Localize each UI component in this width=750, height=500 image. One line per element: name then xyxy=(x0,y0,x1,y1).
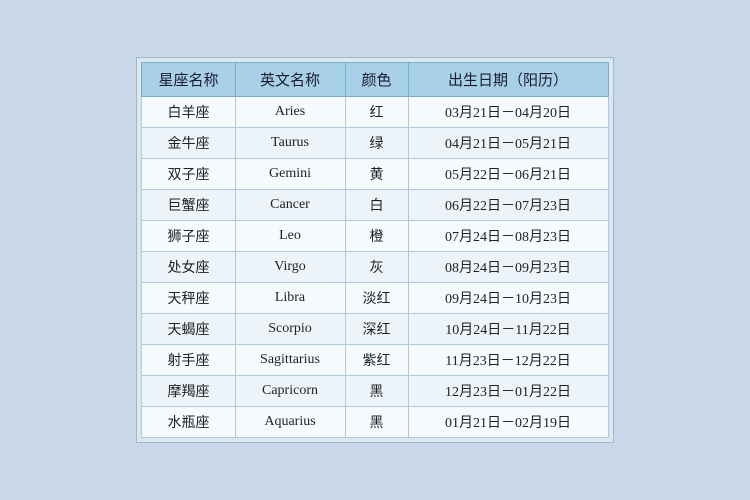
cell-date: 08月24日－09月23日 xyxy=(408,252,608,283)
cell-english: Aries xyxy=(235,97,345,128)
table-header-row: 星座名称 英文名称 颜色 出生日期（阳历） xyxy=(142,63,608,97)
cell-chinese: 水瓶座 xyxy=(142,407,235,438)
cell-chinese: 摩羯座 xyxy=(142,376,235,407)
table-row: 白羊座Aries红03月21日－04月20日 xyxy=(142,97,608,128)
cell-english: Sagittarius xyxy=(235,345,345,376)
table-row: 巨蟹座Cancer白06月22日－07月23日 xyxy=(142,190,608,221)
cell-color: 白 xyxy=(345,190,408,221)
cell-color: 红 xyxy=(345,97,408,128)
table-row: 天蝎座Scorpio深红10月24日－11月22日 xyxy=(142,314,608,345)
table-body: 白羊座Aries红03月21日－04月20日金牛座Taurus绿04月21日－0… xyxy=(142,97,608,438)
cell-english: Virgo xyxy=(235,252,345,283)
cell-chinese: 双子座 xyxy=(142,159,235,190)
cell-date: 07月24日－08月23日 xyxy=(408,221,608,252)
table-row: 处女座Virgo灰08月24日－09月23日 xyxy=(142,252,608,283)
header-date: 出生日期（阳历） xyxy=(408,63,608,97)
cell-chinese: 天秤座 xyxy=(142,283,235,314)
cell-color: 淡红 xyxy=(345,283,408,314)
cell-english: Cancer xyxy=(235,190,345,221)
cell-color: 紫红 xyxy=(345,345,408,376)
cell-english: Aquarius xyxy=(235,407,345,438)
cell-color: 黑 xyxy=(345,407,408,438)
cell-date: 05月22日－06月21日 xyxy=(408,159,608,190)
cell-english: Taurus xyxy=(235,128,345,159)
cell-date: 04月21日－05月21日 xyxy=(408,128,608,159)
zodiac-table-container: 星座名称 英文名称 颜色 出生日期（阳历） 白羊座Aries红03月21日－04… xyxy=(136,57,613,443)
cell-color: 灰 xyxy=(345,252,408,283)
cell-date: 12月23日－01月22日 xyxy=(408,376,608,407)
cell-color: 绿 xyxy=(345,128,408,159)
cell-date: 06月22日－07月23日 xyxy=(408,190,608,221)
cell-english: Libra xyxy=(235,283,345,314)
cell-chinese: 天蝎座 xyxy=(142,314,235,345)
cell-color: 黑 xyxy=(345,376,408,407)
cell-color: 深红 xyxy=(345,314,408,345)
table-row: 摩羯座Capricorn黑12月23日－01月22日 xyxy=(142,376,608,407)
table-row: 天秤座Libra淡红09月24日－10月23日 xyxy=(142,283,608,314)
cell-english: Gemini xyxy=(235,159,345,190)
zodiac-table: 星座名称 英文名称 颜色 出生日期（阳历） 白羊座Aries红03月21日－04… xyxy=(141,62,608,438)
header-english: 英文名称 xyxy=(235,63,345,97)
header-color: 颜色 xyxy=(345,63,408,97)
table-row: 射手座Sagittarius紫红11月23日－12月22日 xyxy=(142,345,608,376)
cell-chinese: 射手座 xyxy=(142,345,235,376)
table-row: 狮子座Leo橙07月24日－08月23日 xyxy=(142,221,608,252)
cell-color: 橙 xyxy=(345,221,408,252)
cell-chinese: 白羊座 xyxy=(142,97,235,128)
cell-date: 11月23日－12月22日 xyxy=(408,345,608,376)
table-row: 金牛座Taurus绿04月21日－05月21日 xyxy=(142,128,608,159)
cell-english: Leo xyxy=(235,221,345,252)
cell-color: 黄 xyxy=(345,159,408,190)
table-row: 水瓶座Aquarius黑01月21日－02月19日 xyxy=(142,407,608,438)
cell-chinese: 巨蟹座 xyxy=(142,190,235,221)
cell-date: 09月24日－10月23日 xyxy=(408,283,608,314)
cell-date: 10月24日－11月22日 xyxy=(408,314,608,345)
cell-date: 03月21日－04月20日 xyxy=(408,97,608,128)
cell-english: Scorpio xyxy=(235,314,345,345)
cell-chinese: 金牛座 xyxy=(142,128,235,159)
header-chinese: 星座名称 xyxy=(142,63,235,97)
cell-english: Capricorn xyxy=(235,376,345,407)
cell-date: 01月21日－02月19日 xyxy=(408,407,608,438)
cell-chinese: 处女座 xyxy=(142,252,235,283)
table-row: 双子座Gemini黄05月22日－06月21日 xyxy=(142,159,608,190)
cell-chinese: 狮子座 xyxy=(142,221,235,252)
